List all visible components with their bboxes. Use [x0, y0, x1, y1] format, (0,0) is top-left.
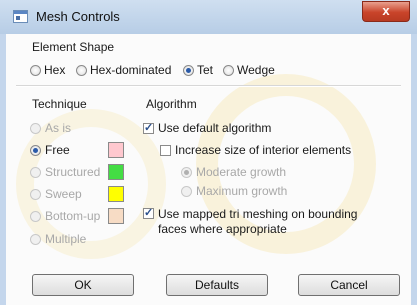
- technique-multiple-radio[interactable]: [30, 234, 41, 245]
- shape-wedge-radio[interactable]: [223, 65, 234, 76]
- maximum-growth-label[interactable]: Maximum growth: [196, 184, 287, 198]
- technique-structured-label[interactable]: Structured: [45, 165, 100, 179]
- dialog-body: Element Shape Hex Hex-dominated Tet Wedg…: [6, 34, 411, 305]
- cancel-button[interactable]: Cancel: [298, 274, 400, 296]
- technique-structured-radio[interactable]: [30, 167, 41, 178]
- window-title: Mesh Controls: [36, 9, 120, 24]
- maximum-growth-radio[interactable]: [181, 186, 192, 197]
- use-default-algorithm-label[interactable]: Use default algorithm: [158, 121, 271, 135]
- use-default-algorithm-checkbox[interactable]: [143, 121, 154, 134]
- divider: [16, 85, 401, 87]
- shape-hex-dominated-radio[interactable]: [76, 65, 87, 76]
- increase-size-label[interactable]: Increase size of interior elements: [175, 143, 351, 157]
- shape-wedge-label[interactable]: Wedge: [237, 63, 275, 77]
- technique-sweep-radio[interactable]: [30, 189, 41, 200]
- technique-bottom-up-label[interactable]: Bottom-up: [45, 209, 100, 223]
- technique-bottom-up-radio[interactable]: [30, 211, 41, 222]
- mapped-tri-label-line2[interactable]: faces where appropriate: [158, 222, 287, 236]
- technique-sweep-label[interactable]: Sweep: [45, 187, 82, 201]
- shape-hex-radio[interactable]: [30, 65, 41, 76]
- mapped-tri-checkbox[interactable]: [143, 206, 154, 219]
- technique-free-radio[interactable]: [30, 145, 41, 156]
- element-shape-label: Element Shape: [32, 40, 115, 54]
- shape-tet-label[interactable]: Tet: [197, 63, 213, 77]
- free-color-swatch: [108, 142, 124, 158]
- mapped-tri-label-line1[interactable]: Use mapped tri meshing on bounding: [158, 207, 357, 221]
- defaults-button[interactable]: Defaults: [166, 274, 268, 296]
- shape-tet-radio[interactable]: [183, 65, 194, 76]
- technique-label: Technique: [32, 97, 87, 111]
- sweep-color-swatch: [108, 186, 124, 202]
- window-icon: [13, 10, 28, 23]
- moderate-growth-label[interactable]: Moderate growth: [196, 165, 286, 179]
- shape-hex-dominated-label[interactable]: Hex-dominated: [90, 63, 171, 77]
- technique-as-is-label[interactable]: As is: [45, 121, 71, 135]
- title-bar: Mesh Controls x: [0, 0, 417, 35]
- technique-as-is-radio[interactable]: [30, 123, 41, 134]
- shape-hex-label[interactable]: Hex: [44, 63, 65, 77]
- technique-free-label[interactable]: Free: [45, 143, 70, 157]
- window-frame-right: [411, 34, 417, 305]
- technique-multiple-label[interactable]: Multiple: [45, 232, 86, 246]
- ok-button[interactable]: OK: [32, 274, 134, 296]
- close-button[interactable]: x: [362, 1, 410, 22]
- bottom-up-color-swatch: [108, 208, 124, 224]
- increase-size-checkbox[interactable]: [160, 145, 171, 156]
- moderate-growth-radio[interactable]: [181, 167, 192, 178]
- algorithm-label: Algorithm: [146, 97, 197, 111]
- structured-color-swatch: [108, 164, 124, 180]
